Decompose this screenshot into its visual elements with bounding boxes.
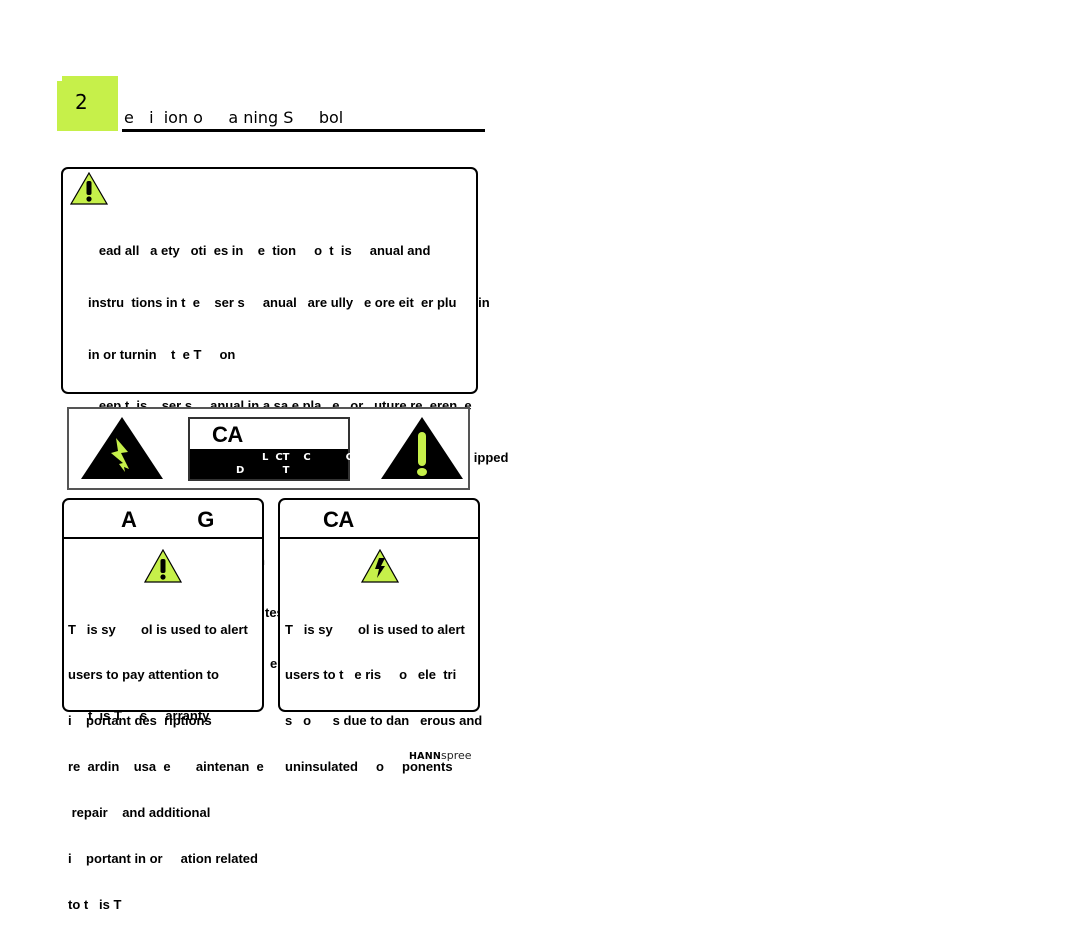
warning-card-text: T is sy ol is used to alert users to pay…: [68, 591, 264, 928]
warning-line: T is sy ol is used to alert: [68, 621, 248, 637]
warning-card-title: A G: [121, 507, 214, 532]
notice-line: instru tions in t e ser s anual are ully…: [88, 295, 490, 311]
electric-shock-triangle-icon: [81, 417, 163, 479]
warning-card-header: A G: [64, 500, 262, 539]
caution-label-line-1: L CT C C: [262, 452, 353, 463]
brand-logo: HANNspree: [409, 749, 472, 762]
warning-line: re ardin usa e aintenan e: [68, 759, 264, 775]
caution-label-title: CA: [212, 422, 243, 447]
warning-line: to t is T: [68, 896, 122, 912]
warning-line: users to pay attention to: [68, 667, 219, 683]
caution-label-line-2: D T: [236, 465, 290, 476]
caution-line: users to t e ris o ele tri: [285, 667, 457, 683]
brand-light: spree: [441, 749, 472, 762]
warning-line: repair and additional: [68, 805, 211, 821]
electric-shock-icon: [361, 549, 399, 583]
caution-card-title: CA: [323, 507, 354, 532]
section-title: e i ion o a ning S bol: [124, 108, 344, 127]
chapter-number-badge: 2: [57, 76, 118, 131]
caution-line: T is sy ol is used to alert: [285, 621, 465, 637]
caution-label: CA L CT C C D T: [188, 417, 353, 481]
exclamation-triangle-icon: [381, 417, 463, 479]
chapter-number: 2: [75, 90, 88, 114]
warning-triangle-icon: [70, 172, 108, 205]
brand-bold: HANN: [409, 751, 442, 762]
title-underline: [122, 129, 485, 132]
warning-line: i portant in or ation related: [68, 851, 258, 867]
caution-line: s o s due to dan erous and: [285, 713, 483, 729]
caution-label-warning-strip: L CT C C D T: [190, 449, 353, 479]
notice-line: in or turnin t e T on: [88, 346, 236, 362]
notice-line: ead all a ety oti es in e tion o t is an…: [88, 243, 431, 259]
caution-card-header: CA: [280, 500, 478, 539]
warning-line: i portant des riptions: [68, 713, 212, 729]
warning-exclamation-icon: [144, 549, 182, 583]
